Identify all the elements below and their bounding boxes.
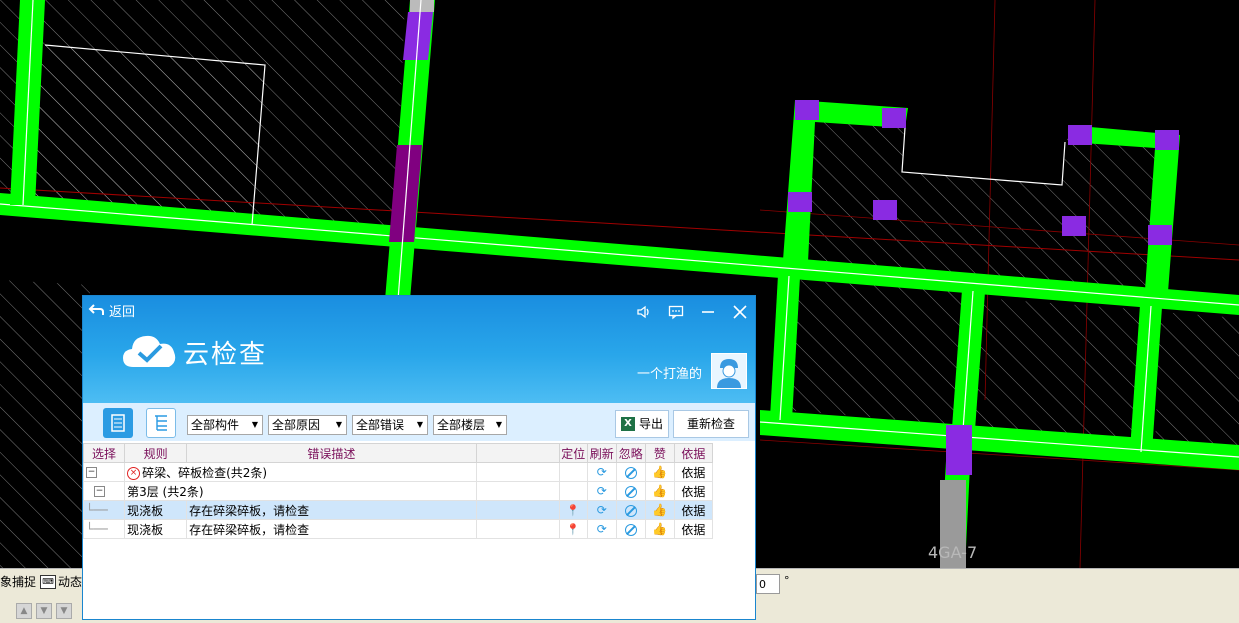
user-avatar-icon (717, 359, 741, 388)
column-header-like[interactable]: 赞 (644, 443, 675, 463)
chevron-down-icon: ▼ (335, 420, 342, 429)
export-button[interactable]: X 导出 (615, 410, 669, 438)
component-filter-label: 全部构件 (191, 418, 240, 432)
ignore-icon[interactable] (624, 523, 637, 536)
like-icon[interactable]: 👍 (652, 465, 667, 479)
minimize-icon[interactable] (699, 304, 717, 324)
tree-view-button[interactable] (146, 408, 176, 438)
angle-unit: ° (784, 574, 790, 587)
table-row[interactable]: └── 现浇板 存在碎梁碎板，请检查 📍 ⟳ 👍 依据 (83, 500, 714, 520)
row-description: 存在碎梁碎板，请检查 (186, 500, 477, 520)
row-description: 存在碎梁碎板，请检查 (186, 519, 477, 539)
export-label: 导出 (638, 417, 663, 431)
dynamic-input-toggle[interactable]: ⌨ 动态 (40, 573, 82, 590)
refresh-icon[interactable]: ⟳ (597, 484, 607, 498)
table-row-group[interactable]: − × 碎梁、碎板检查(共2条) ⟳ 👍 依据 (83, 462, 714, 482)
like-icon[interactable]: 👍 (652, 522, 667, 536)
refresh-icon[interactable]: ⟳ (597, 503, 607, 517)
collapse-icon[interactable]: − (86, 467, 97, 478)
cloud-check-dialog: 返回 云检查 一个打渔的 全部构件 ▼ 全部原因 ▼ 全部错误 ▼ 全部楼层 ▼… (82, 295, 756, 620)
column-header-rule[interactable]: 规则 (124, 443, 188, 463)
table-row[interactable]: └── 现浇板 存在碎梁碎板，请检查 📍 ⟳ 👍 依据 (83, 519, 714, 539)
snap-toggle[interactable]: 象捕捉 (0, 573, 36, 590)
group-rule-label: 碎梁、碎板检查(共2条) (142, 465, 268, 480)
dialog-header: 返回 云检查 一个打渔的 (83, 296, 755, 403)
slab-hatch (30, 45, 265, 225)
error-filter[interactable]: 全部错误 ▼ (352, 415, 428, 435)
slab-hatch (785, 280, 970, 425)
column-header-blank (475, 443, 560, 463)
recheck-button[interactable]: 重新检查 (673, 410, 749, 438)
chevron-down-icon: ▼ (416, 420, 423, 429)
collapse-icon[interactable]: − (94, 486, 105, 497)
chevron-down-icon: ▼ (251, 420, 258, 429)
like-icon[interactable]: 👍 (652, 484, 667, 498)
app-title: 云检查 (183, 340, 268, 370)
filter-toolbar: 全部构件 ▼ 全部原因 ▼ 全部错误 ▼ 全部楼层 ▼ X 导出 重新检查 (83, 403, 755, 441)
list-view-button[interactable] (103, 408, 133, 438)
column-header-description[interactable]: 错误描述 (186, 443, 477, 463)
error-icon: × (127, 466, 141, 480)
basis-link[interactable]: 依据 (673, 519, 714, 539)
result-table: 选择 规则 错误描述 定位 刷新 忽略 赞 依据 − × 碎梁、碎板检查(共2条)… (83, 443, 714, 539)
grid-axis-label: 4GA-7 (928, 543, 978, 562)
like-icon[interactable]: 👍 (652, 503, 667, 517)
back-label: 返回 (109, 304, 136, 320)
cloud-check-logo (123, 335, 176, 367)
reason-filter[interactable]: 全部原因 ▼ (268, 415, 347, 435)
floor-filter[interactable]: 全部楼层 ▼ (433, 415, 507, 435)
angle-input[interactable]: 0 (756, 574, 780, 594)
arrow-up-icon[interactable]: ▲ (16, 603, 32, 619)
avatar[interactable] (711, 353, 747, 389)
refresh-icon[interactable]: ⟳ (597, 522, 607, 536)
ignore-icon[interactable] (624, 485, 637, 498)
floor-rule-label: 第3层 (共2条) (124, 481, 477, 501)
table-row-floor[interactable]: − 第3层 (共2条) ⟳ 👍 依据 (83, 481, 714, 501)
back-arrow-icon (88, 304, 104, 315)
basis-link[interactable]: 依据 (673, 500, 714, 520)
basis-link[interactable]: 依据 (673, 481, 714, 501)
basis-link[interactable]: 依据 (673, 462, 714, 482)
reason-filter-label: 全部原因 (272, 418, 321, 432)
back-button[interactable]: 返回 (87, 300, 135, 320)
refresh-icon[interactable]: ⟳ (597, 465, 607, 479)
arrow-down-end-icon[interactable]: ▼ (56, 603, 72, 619)
floor-filter-label: 全部楼层 (437, 418, 486, 432)
list-icon (111, 414, 125, 432)
column-header-refresh[interactable]: 刷新 (586, 443, 617, 463)
status-item-label: 象捕捉 (0, 575, 37, 589)
slab-hatch (970, 298, 1145, 450)
chevron-down-icon: ▼ (495, 420, 502, 429)
slab-hatch (0, 280, 90, 568)
recheck-label: 重新检查 (686, 417, 735, 431)
column-header-basis[interactable]: 依据 (673, 443, 714, 463)
row-rule: 现浇板 (124, 500, 188, 520)
message-icon[interactable] (667, 304, 685, 324)
dynamic-icon: ⌨ (40, 574, 56, 589)
user-name: 一个打渔的 (637, 367, 703, 382)
tree-icon (155, 415, 167, 431)
excel-icon: X (620, 417, 635, 431)
column-header-locate[interactable]: 定位 (558, 443, 588, 463)
status-item-label: 动态 (58, 575, 83, 589)
speaker-icon[interactable] (635, 304, 653, 324)
slab-hatch (1155, 312, 1239, 455)
arrow-down-icon[interactable]: ▼ (36, 603, 52, 619)
ignore-icon[interactable] (624, 466, 637, 479)
column-header-ignore[interactable]: 忽略 (615, 443, 646, 463)
locate-pin-icon[interactable]: 📍 (566, 504, 580, 517)
column-header-select[interactable]: 选择 (83, 443, 126, 463)
component-filter[interactable]: 全部构件 ▼ (187, 415, 263, 435)
table-header-row: 选择 规则 错误描述 定位 刷新 忽略 赞 依据 (83, 443, 714, 463)
ignore-icon[interactable] (624, 504, 637, 517)
locate-pin-icon[interactable]: 📍 (566, 523, 580, 536)
close-icon[interactable] (731, 304, 749, 324)
row-rule: 现浇板 (124, 519, 188, 539)
error-filter-label: 全部错误 (356, 418, 405, 432)
